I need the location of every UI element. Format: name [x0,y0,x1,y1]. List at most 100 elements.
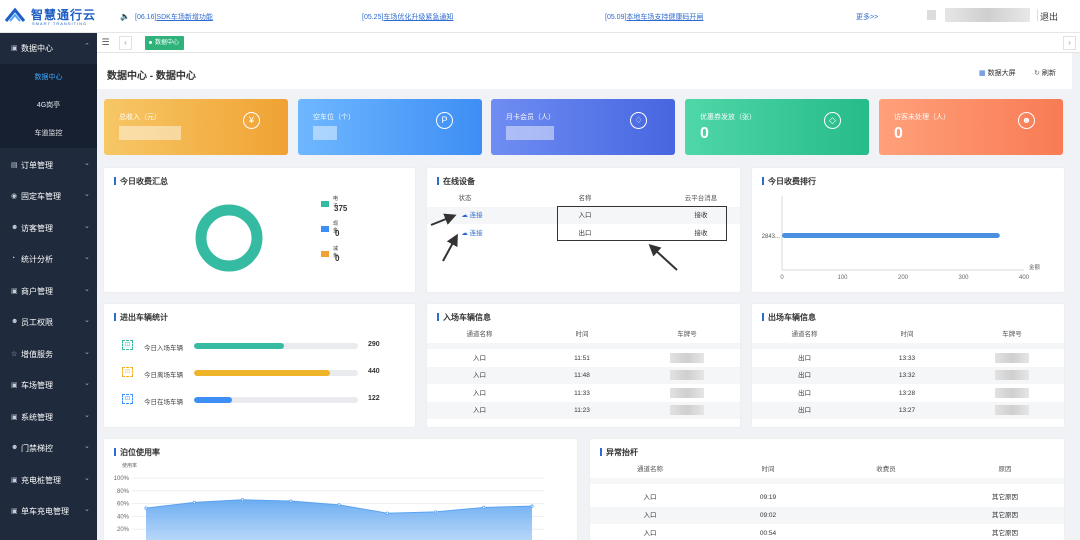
plate-redacted [995,405,1029,416]
sidebar-group-access-control[interactable]: ☻ 门禁梯控 ⌄ [0,433,97,464]
sidebar-group-orders[interactable]: ▤ 订单管理 ⌄ [0,150,97,181]
bike-icon: ▣ [11,508,18,515]
y-tick-label: 80% [117,489,130,495]
panel-vehicle-stats: 进出车辆统计 ⊡ 今日入场车辆 290 ⊡ 今日离场车辆 440 ⊡ 今日在场车辆 122 [104,304,415,427]
sidebar-group-visitors[interactable]: ☻ 访客管理 ⌄ [0,213,97,244]
tab-data-center[interactable]: 数据中心 [145,36,185,50]
legend-swatch [321,251,329,257]
notice-link-3[interactable]: [05.09]本地车场支持健康码开闸 [605,12,703,22]
annotation-arrows [430,213,678,271]
yen-icon: ¥ [243,112,260,129]
y-tick-label: 60% [117,502,130,508]
table-row: 入口 11:23 [427,402,740,419]
progress-track [194,397,358,403]
sidebar-group-system[interactable]: ▣ 系统管理 ⌄ [0,402,97,433]
panel-fee-ranking: 今日收费排行 2843... 0 100 200 300 400 金额 [752,168,1064,292]
stat-value: 0 [700,125,709,142]
stat-title: 总收入（元） [119,114,161,121]
refresh-icon: ↻ [1034,70,1040,77]
donut-segment-electronic[interactable] [195,204,263,272]
car-in-icon: ⊡ [122,340,133,350]
x-tick-label: 0 [780,275,784,281]
plate-redacted [670,388,704,399]
occupancy-point [530,504,534,508]
stat-title: 优惠券发放（张） [700,114,756,121]
brand-logo[interactable]: 智慧通行云 SMART TRANSITING [4,5,96,29]
x-tick-label: 400 [1019,275,1030,281]
stat-title: 月卡会员（人） [506,114,555,121]
stat-card-total-income: 总收入（元） ¥ [104,99,288,155]
sidebar-group-value-added[interactable]: ☆ 增值服务 ⌄ [0,339,97,370]
stat-value-redacted [313,126,337,140]
sidebar: ▣ 数据中心 ⌃ 数据中心 4G岗亭 车道监控 ▤ 订单管理 ⌄ ◉ 固定车管理 ⌄ ☻… [0,33,97,540]
tab-scroll-left-button[interactable]: ‹ [119,36,132,50]
progress-track [194,370,358,376]
y-tick-label: 20% [117,527,130,533]
chevron-down-icon: ⌄ [84,349,90,356]
panel-exit-info: 出场车辆信息 通道名称 时间 车牌号 出口 13:33 出口 13:32 出口 … [752,304,1064,427]
table-row-partial [427,343,740,349]
stat-card-coupons: 优惠券发放（张） 0 ◇ [685,99,869,155]
menu-toggle-icon[interactable]: ☰ [100,37,111,48]
table-header: 通道名称 时间 车牌号 [466,331,697,338]
vehicle-stat-row: ⊡ 今日入场车辆 290 [104,340,415,354]
user-name-redacted[interactable] [945,8,1030,22]
sidebar-group-bike-charging[interactable]: ▣ 单车充电管理 ⌄ [0,496,97,527]
coupon-icon: ◇ [824,112,841,129]
refresh-button[interactable]: ↻ 刷新 [1034,68,1056,78]
table-row: 入口 00:54 其它原因 [643,530,1019,537]
panel-title: 进出车辆统计 [114,312,168,323]
plate-redacted [995,388,1029,399]
occupancy-point [192,500,196,504]
occupancy-point [289,499,293,503]
chevron-down-icon: ⌄ [84,223,90,230]
sidebar-group-fixed-car[interactable]: ◉ 固定车管理 ⌄ [0,181,97,212]
sidebar-item-4g-booth[interactable]: 4G岗亭 [0,92,97,120]
car-out-icon: ⊡ [122,367,133,377]
stat-value-redacted [119,126,181,140]
sidebar-group-parking-lot[interactable]: ▣ 车场管理 ⌄ [0,370,97,401]
logo-icon [4,7,26,22]
notice-link-1[interactable]: [06.16]SDK车场新增功能 [135,12,213,22]
sidebar-group-charging-pile[interactable]: ▣ 充电桩管理 ⌄ [0,465,97,496]
progress-track [194,343,358,349]
vehicle-stat-label: 今日入场车辆 [144,345,183,352]
stat-card-visitors-pending: 访客未处理（人） 0 ☻ [879,99,1063,155]
logout-button[interactable]: 退出 [1040,10,1058,23]
car-in-lot-icon: ⊡ [122,394,133,404]
chevron-down-icon: ⌄ [84,254,90,261]
active-dot-icon [149,40,152,44]
table-row: 入口 11:33 [427,385,740,402]
chevron-down-icon: ⌄ [84,286,90,293]
panel-title: 异常抬杆 [600,447,638,458]
brand-tagline: SMART TRANSITING [32,21,88,26]
sidebar-group-data-center[interactable]: ▣ 数据中心 ⌃ [0,33,97,64]
big-screen-button[interactable]: ▦ 数据大屏 [979,68,1016,78]
vehicle-stat-label: 今日离场车辆 [144,372,183,379]
plate-redacted [670,405,704,416]
x-tick-label: 200 [898,275,909,281]
sidebar-item-data-center[interactable]: 数据中心 [0,64,97,92]
user-avatar[interactable] [927,10,936,20]
staff-icon: ☻ [11,318,19,325]
sidebar-item-lane-monitor[interactable]: 车道监控 [0,120,97,148]
page-title: 数据中心 - 数据中心 [107,71,196,82]
chevron-down-icon: ⌄ [84,191,90,198]
plate-redacted [995,353,1029,364]
stat-card-monthly-members: 月卡会员（人） ♢ [491,99,675,155]
notice-link-2[interactable]: [05.25]车场优化升级紧急通知 [362,12,453,22]
table-row: 出口 13:27 [752,402,1064,419]
charger-icon: ▣ [11,477,18,484]
parking-p-icon: P [436,112,453,129]
sidebar-group-statistics[interactable]: ◔ 统计分析 ⌄ [0,244,97,275]
speaker-icon: 🔈 [120,12,130,21]
table-row: 出口 13:32 [752,367,1064,384]
sidebar-group-merchants[interactable]: ▣ 商户管理 ⌄ [0,276,97,307]
stat-title: 访客未处理（人） [894,114,950,121]
sidebar-group-staff[interactable]: ☻ 员工权限 ⌄ [0,307,97,338]
more-notices-link[interactable]: 更多>> [856,12,878,22]
table-row: 入口 11:51 [427,350,740,367]
panel-abnormal-lift: 异常抬杆 通道名称 时间 收费员 原因 入口 09:19 其它原因 入口 09:… [590,439,1064,540]
plate-redacted [670,370,704,381]
tab-scroll-right-button[interactable]: › [1063,36,1076,50]
